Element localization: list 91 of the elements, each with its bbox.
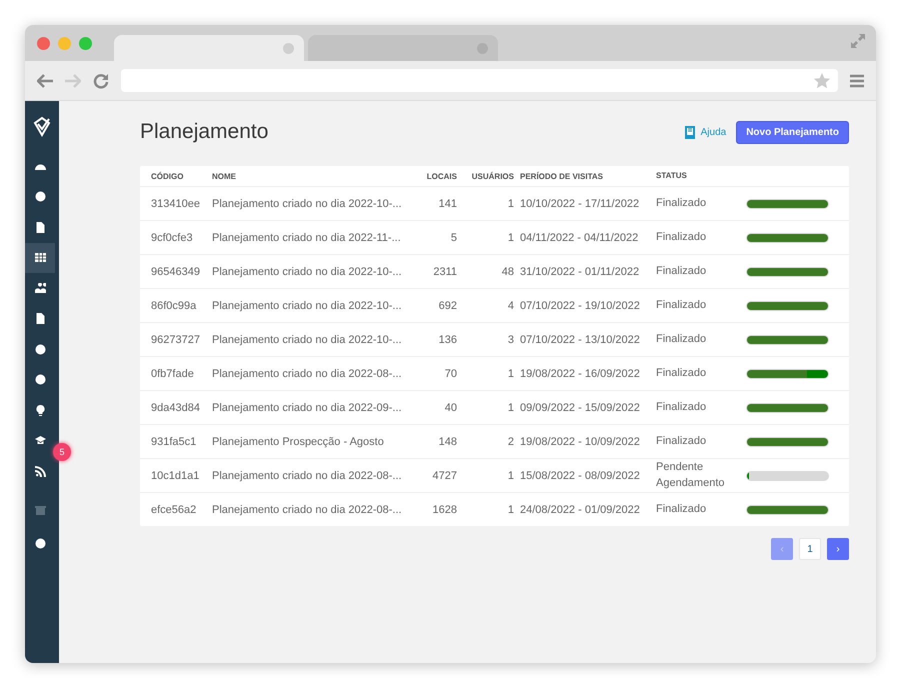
table-cell-text: 1 xyxy=(506,504,514,516)
table-cell-text: 07/10/2022 - 13/10/2022 xyxy=(519,334,641,346)
table-cell-text: 692 xyxy=(438,300,457,312)
table-cell-text: 96273727 xyxy=(151,334,201,346)
page-title: Planejamento xyxy=(140,120,268,144)
column-header: STATUS xyxy=(656,170,688,182)
table-cell-text: 1 xyxy=(506,368,514,380)
table-cell-text: 931fa5c1 xyxy=(151,436,198,448)
table-cell-text: 9da43d84 xyxy=(151,402,201,414)
table-cell-text: efce56a2 xyxy=(151,504,198,516)
table-cell-text: 96546349 xyxy=(151,266,201,278)
table-cell-text: 48 xyxy=(500,266,514,278)
logo-icon[interactable] xyxy=(32,115,52,137)
table-cell-text: Planejamento criado no dia 2022-09-... xyxy=(212,402,403,414)
table-cell-text: 07/10/2022 - 19/10/2022 xyxy=(519,300,641,312)
table-cell-text: Planejamento criado no dia 2022-10-... xyxy=(212,300,403,312)
graduation-cap-icon xyxy=(34,435,46,446)
table-cell-text: Planejamento criado no dia 2022-08-... xyxy=(212,504,403,516)
table-cell-text: Planejamento criado no dia 2022-08-... xyxy=(212,470,403,482)
table-cell-text: Finalizado xyxy=(656,196,708,211)
star-icon[interactable] xyxy=(814,72,830,88)
table-cell-text: Pendente Agendamento xyxy=(656,460,726,490)
table-cell-text: 148 xyxy=(438,436,457,448)
table-cell-text: Finalizado xyxy=(656,400,708,415)
table-cell-text: 04/11/2022 - 04/11/2022 xyxy=(519,232,640,244)
table-cell-text: Finalizado xyxy=(656,332,708,347)
table-cell-text: Finalizado xyxy=(656,230,708,245)
table-cell-text: Planejamento criado no dia 2022-08-... xyxy=(212,368,403,380)
table-cell-text: 313410ee xyxy=(151,198,201,210)
minimize-dot[interactable] xyxy=(58,36,71,50)
back-arrow-icon[interactable] xyxy=(37,74,53,88)
table-cell-text: Finalizado xyxy=(656,298,708,313)
table-cell-text: 10/10/2022 - 17/11/2022 xyxy=(519,198,640,210)
sidebar-item[interactable] xyxy=(25,242,55,273)
column-header: CÓDIGO xyxy=(151,172,184,180)
table-cell-text: 0fb7fade xyxy=(151,368,195,380)
table-cell-text: 86f0c99a xyxy=(151,300,198,312)
table-cell-text: Finalizado xyxy=(656,366,708,381)
table-cell-text: 19/08/2022 - 10/09/2022 xyxy=(519,436,641,448)
table-cell-text: Planejamento criado no dia 2022-10-... xyxy=(212,334,403,346)
notification-badge: 5 xyxy=(53,443,71,461)
zoom-dot[interactable] xyxy=(79,36,92,50)
table-cell-text: 15/08/2022 - 08/09/2022 xyxy=(519,470,641,482)
expand-icon[interactable] xyxy=(850,33,866,49)
gift-icon xyxy=(34,504,46,515)
table-cell-text: 1 xyxy=(506,232,514,244)
table-cell-text: Planejamento criado no dia 2022-10-... xyxy=(212,266,403,278)
table-cell-text: 5 xyxy=(450,232,457,244)
table-cell-text: 1628 xyxy=(432,504,457,516)
document-icon xyxy=(34,222,46,233)
file-icon xyxy=(34,313,46,324)
table-cell-text: Finalizado xyxy=(656,434,708,449)
table-cell-text: 2311 xyxy=(432,266,457,278)
table-cell-text: 19/08/2022 - 16/09/2022 xyxy=(519,368,641,380)
column-header: NOME xyxy=(212,172,237,180)
new-planning-button[interactable]: Novo Planejamento xyxy=(736,120,849,144)
table-cell-text: 70 xyxy=(444,368,457,380)
reload-icon[interactable] xyxy=(93,72,109,88)
table-cell-text: Planejamento Prospecção - Agosto xyxy=(212,436,385,448)
next-page-button[interactable]: › xyxy=(827,538,849,560)
table-cell-text: 10c1d1a1 xyxy=(151,470,200,482)
close-dot[interactable] xyxy=(37,36,50,50)
page-button[interactable]: 1 xyxy=(799,538,821,560)
table-cell-text: Planejamento criado no dia 2022-10-... xyxy=(212,198,403,210)
table-cell-text: 9cf0cfe3 xyxy=(151,232,194,244)
column-header: LOCAIS xyxy=(426,172,457,180)
table-cell-text: 141 xyxy=(438,198,457,210)
table-cell-text: 3 xyxy=(506,334,514,346)
menu-icon[interactable] xyxy=(850,74,864,88)
users-icon xyxy=(34,282,46,294)
column-header: USUÁRIOS xyxy=(470,172,514,180)
lightbulb-icon xyxy=(34,404,46,416)
table-cell-text: Finalizado xyxy=(656,264,708,279)
table-cell-text: 09/09/2022 - 15/09/2022 xyxy=(519,402,641,414)
table-cell-text: 2 xyxy=(506,436,514,448)
table-cell-text: 1 xyxy=(506,198,514,210)
table-cell-text: 136 xyxy=(438,334,457,346)
table-cell-text: 1 xyxy=(506,470,514,482)
table-cell-text: 24/08/2022 - 01/09/2022 xyxy=(519,504,641,516)
book-icon xyxy=(684,126,696,138)
table-cell-text: 4 xyxy=(506,300,514,312)
table-cell-text: 1 xyxy=(506,402,514,414)
table-cell-text: Finalizado xyxy=(656,502,708,517)
table-cell-text: 40 xyxy=(444,402,457,414)
rss-icon xyxy=(34,466,46,477)
column-header: PERÍODO DE VISITAS xyxy=(519,172,604,180)
table-cell-text: 31/10/2022 - 01/11/2022 xyxy=(519,266,640,278)
table-cell-text: 4727 xyxy=(432,470,457,482)
table-cell-text: Planejamento criado no dia 2022-11-... xyxy=(212,232,402,244)
table-icon xyxy=(34,252,46,264)
help-link[interactable]: Ajuda xyxy=(684,126,726,138)
